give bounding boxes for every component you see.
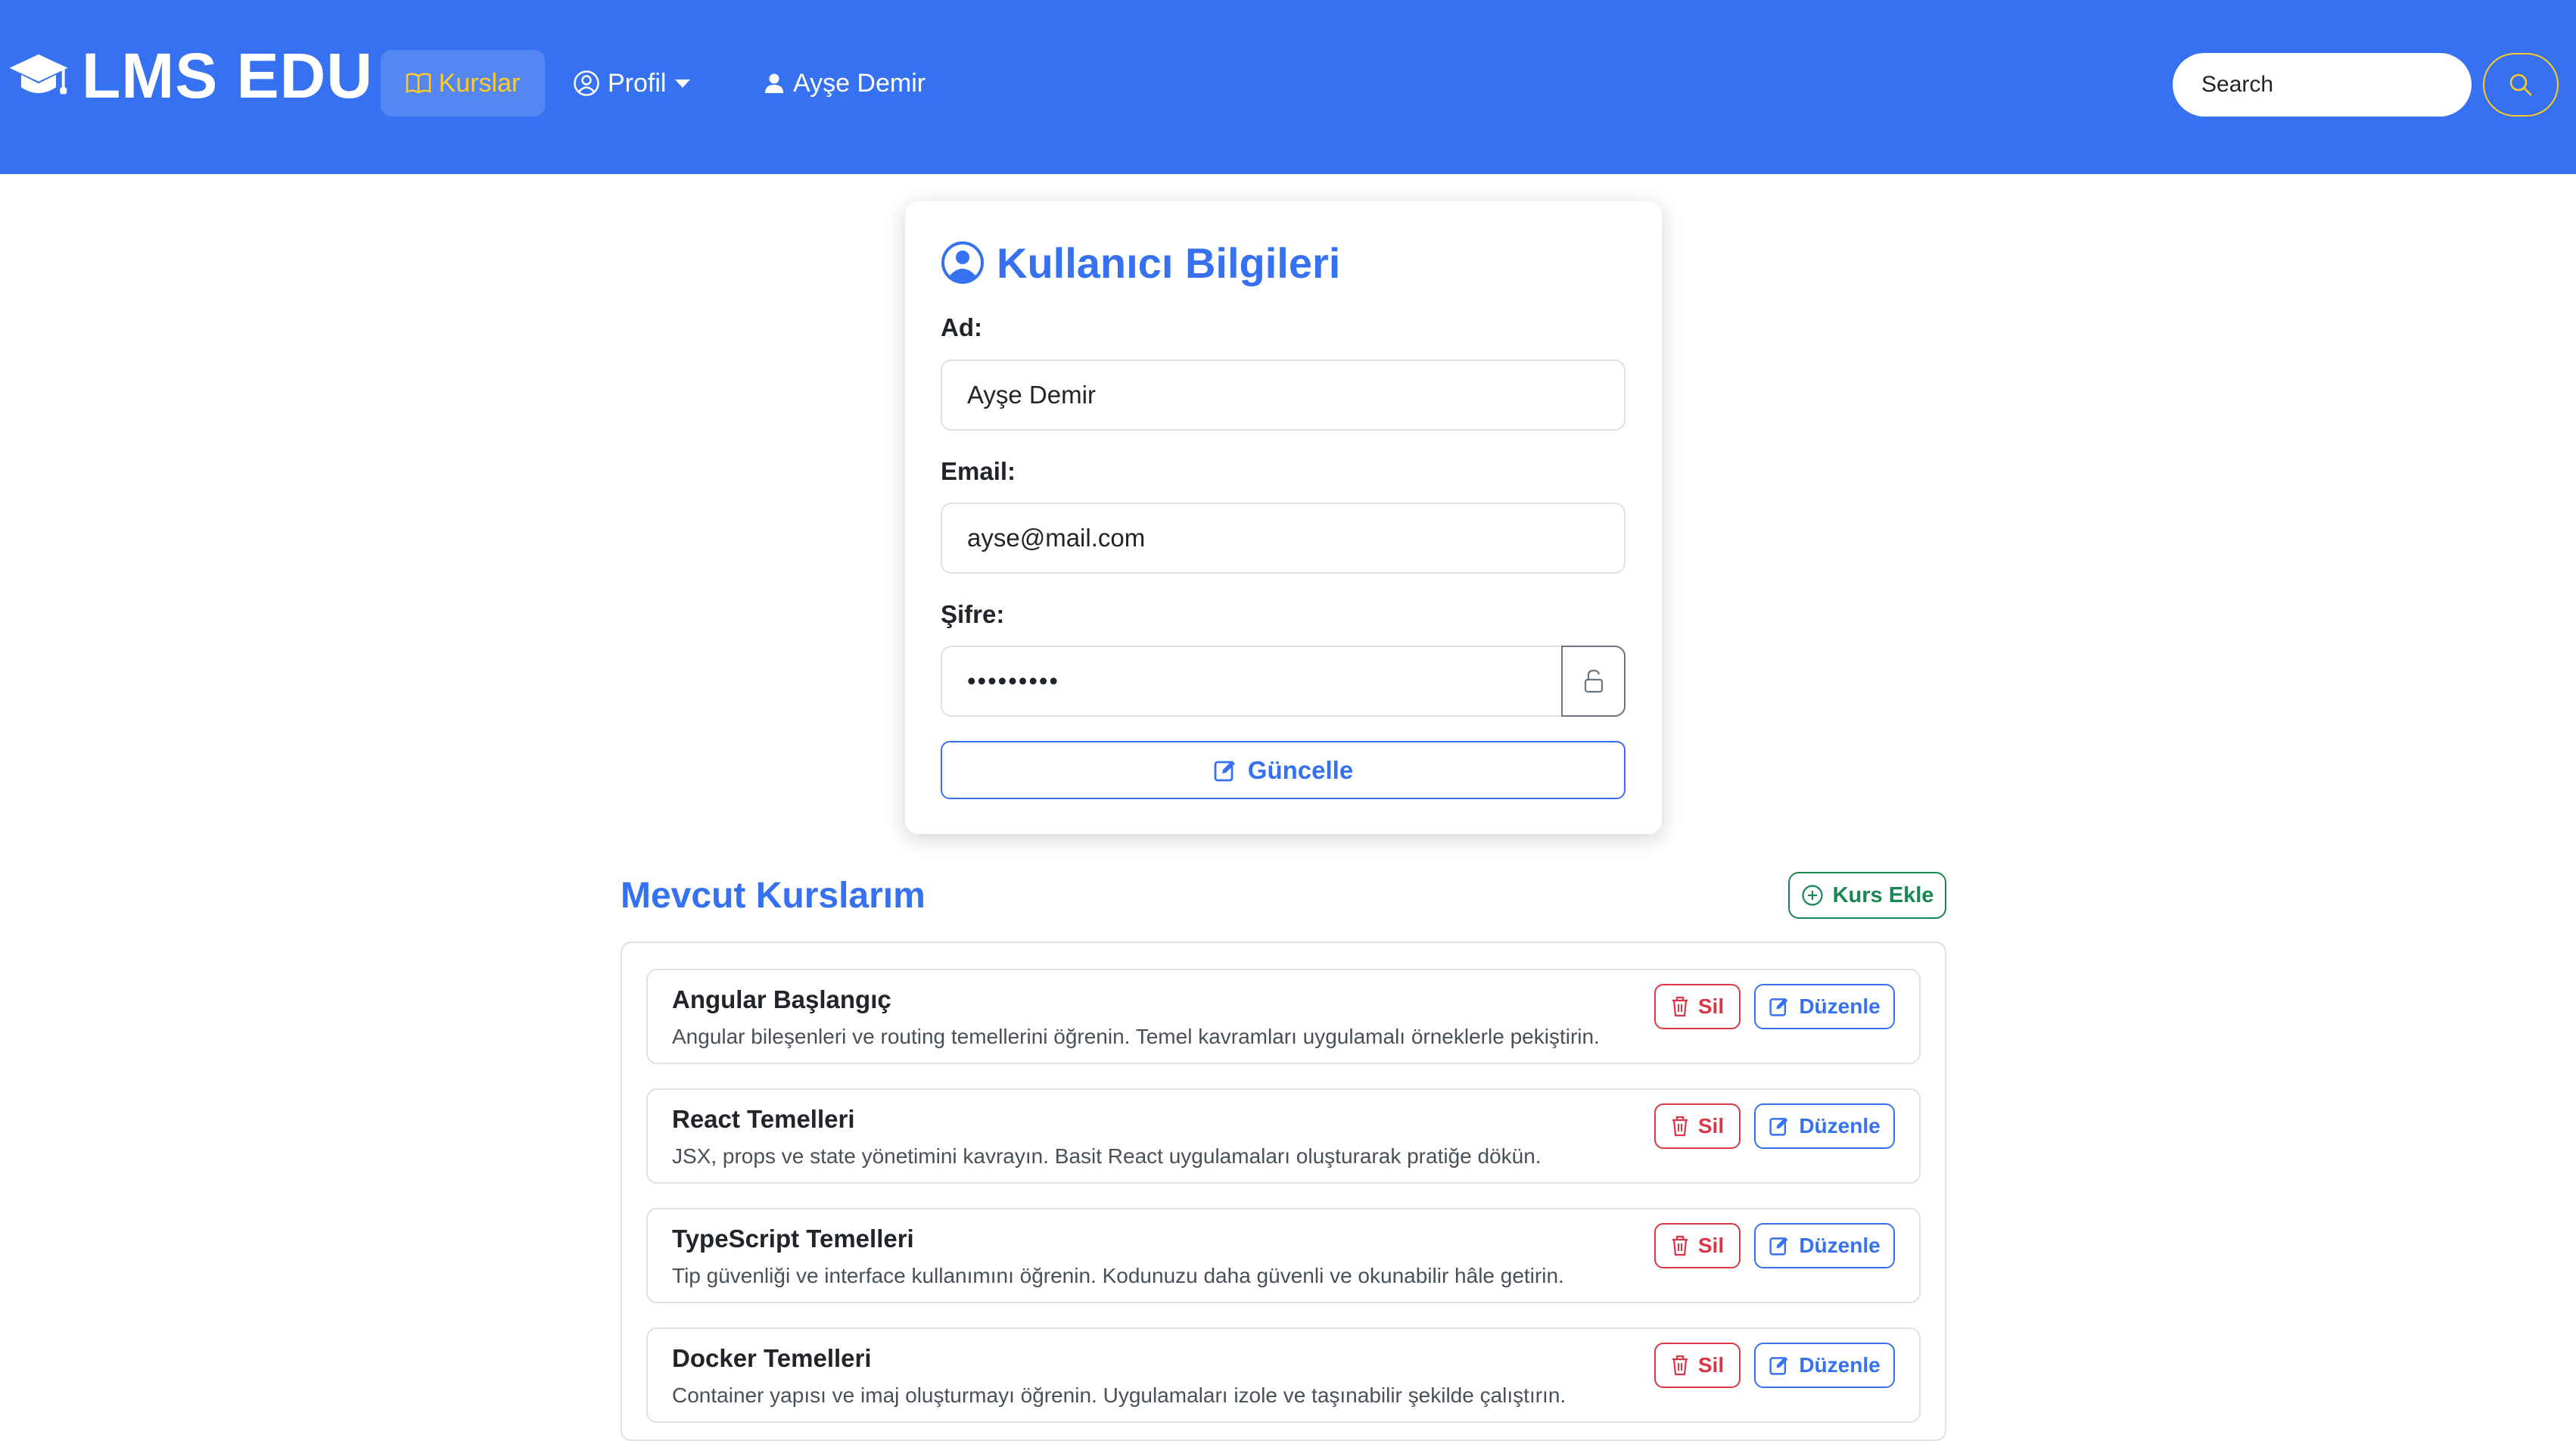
name-value: Ayşe Demir <box>967 381 1096 409</box>
graduation-cap-icon <box>9 54 68 95</box>
user-circle-icon <box>941 241 984 284</box>
delete-course-button[interactable]: Sil <box>1654 984 1741 1029</box>
email-label: Email: <box>941 457 1016 485</box>
navbar: LMS EDU Kurslar Profil Ayşe Demir <box>0 0 2576 174</box>
brand-name: LMS EDU <box>82 39 373 111</box>
course-title: Docker Temelleri <box>672 1344 872 1372</box>
profile-card: Kullanıcı Bilgileri Ad: Ayşe Demir Email… <box>905 201 1662 834</box>
course-description: Tip güvenliği ve interface kullanımını ö… <box>672 1264 1564 1287</box>
delete-course-button[interactable]: Sil <box>1654 1223 1741 1268</box>
name-label: Ad: <box>941 313 982 341</box>
course-item: React Temelleri JSX, props ve state yöne… <box>646 1088 1921 1184</box>
course-item: Angular Başlangıç Angular bileşenleri ve… <box>646 969 1921 1064</box>
search-icon <box>2509 73 2532 96</box>
add-course-button[interactable]: Kurs Ekle <box>1788 872 1946 919</box>
course-description: Angular bileşenleri ve routing temelleri… <box>672 1025 1600 1048</box>
edit-icon <box>1769 1237 1788 1256</box>
book-icon <box>406 73 431 94</box>
delete-course-button[interactable]: Sil <box>1654 1343 1741 1388</box>
name-field[interactable]: Ayşe Demir <box>941 359 1626 431</box>
chevron-down-icon <box>675 79 691 88</box>
unlock-icon <box>1584 669 1603 693</box>
edit-icon <box>1769 997 1788 1016</box>
search-button[interactable] <box>2483 53 2559 117</box>
course-title: TypeScript Temelleri <box>672 1225 914 1253</box>
trash-icon <box>1672 1355 1688 1376</box>
course-title: React Temelleri <box>672 1105 855 1133</box>
email-value: ayse@mail.com <box>967 524 1146 552</box>
courses-section-title: Mevcut Kurslarım <box>621 875 926 916</box>
course-item: Docker Temelleri Container yapısı ve ima… <box>646 1327 1921 1423</box>
plus-circle-icon <box>1801 885 1823 906</box>
edit-course-button[interactable]: Düzenle <box>1754 1343 1895 1388</box>
user-icon <box>765 73 783 93</box>
nav-kurslar-label: Kurslar <box>438 68 521 98</box>
edit-course-button[interactable]: Düzenle <box>1754 984 1895 1029</box>
password-label: Şifre: <box>941 600 1005 628</box>
edit-icon <box>1214 760 1235 781</box>
nav-profil-label: Profil <box>608 68 667 98</box>
course-description: JSX, props ve state yönetimini kavrayın.… <box>672 1144 1542 1168</box>
edit-course-button[interactable]: Düzenle <box>1754 1223 1895 1268</box>
brand-logo[interactable]: LMS EDU <box>8 38 373 114</box>
nav-profil-dropdown[interactable]: Profil <box>573 50 691 117</box>
course-description: Container yapısı ve imaj oluşturmayı öğr… <box>672 1383 1566 1407</box>
edit-icon <box>1769 1356 1788 1375</box>
password-value: ••••••••• <box>967 667 1059 695</box>
course-title: Angular Başlangıç <box>672 985 891 1013</box>
search-input[interactable] <box>2173 53 2472 117</box>
edit-course-button[interactable]: Düzenle <box>1754 1103 1895 1149</box>
profile-card-title: Kullanıcı Bilgileri <box>941 236 1340 289</box>
update-button[interactable]: Güncelle <box>941 741 1626 799</box>
course-item: TypeScript Temelleri Tip güvenliği ve in… <box>646 1208 1921 1303</box>
delete-course-button[interactable]: Sil <box>1654 1103 1741 1149</box>
password-field[interactable]: ••••••••• <box>941 646 1561 717</box>
email-field[interactable]: ayse@mail.com <box>941 503 1626 574</box>
nav-user[interactable]: Ayşe Demir <box>763 50 926 117</box>
password-group: ••••••••• <box>941 646 1626 717</box>
trash-icon <box>1672 996 1688 1017</box>
trash-icon <box>1672 1116 1688 1137</box>
password-toggle-button[interactable] <box>1561 646 1626 717</box>
trash-icon <box>1672 1235 1688 1256</box>
edit-icon <box>1769 1117 1788 1136</box>
nav-kurslar[interactable]: Kurslar <box>381 50 545 117</box>
nav-user-label: Ayşe Demir <box>793 68 926 98</box>
user-circle-icon <box>574 70 599 96</box>
